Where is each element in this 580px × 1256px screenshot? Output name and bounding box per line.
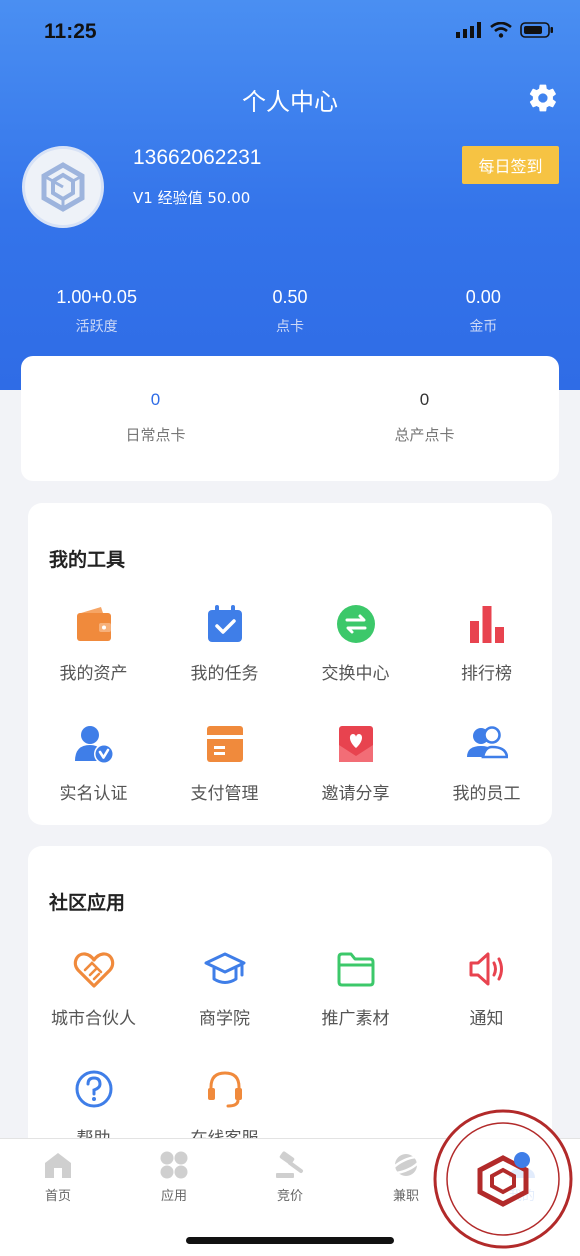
headset-icon (207, 1071, 242, 1108)
tool-label: 邀请分享 (321, 784, 390, 804)
tab-home[interactable]: 首页 (0, 1139, 116, 1204)
stat-coins[interactable]: 0.00 金币 (387, 287, 580, 336)
avatar[interactable] (22, 146, 104, 228)
app-label: 城市合伙人 (51, 1009, 136, 1029)
tool-label: 排行榜 (461, 664, 512, 684)
tab-label: 首页 (44, 1189, 71, 1204)
home-icon (45, 1153, 71, 1178)
point-card-summary: 0 日常点卡 0 总产点卡 (21, 356, 559, 481)
total-points-label: 总产点卡 (394, 426, 455, 444)
tab-label: 应用 (160, 1189, 187, 1204)
stat-value: 1.00+0.05 (56, 287, 137, 307)
total-points[interactable]: 0 总产点卡 (290, 356, 559, 481)
graduation-cap-icon (204, 952, 245, 984)
tool-label: 实名认证 (59, 784, 128, 804)
tools-title: 我的工具 (49, 549, 126, 571)
avatar-logo-icon (41, 162, 85, 212)
stat-points[interactable]: 0.50 点卡 (193, 287, 386, 336)
folder-icon (337, 952, 374, 987)
daily-points-label: 日常点卡 (125, 426, 186, 444)
calendar-check-icon (207, 605, 242, 642)
tool-payment-management[interactable]: 支付管理 (159, 723, 290, 843)
help-icon (75, 1070, 112, 1108)
app-label: 推广素材 (321, 1009, 390, 1029)
invite-envelope-icon (338, 726, 373, 762)
tool-label: 我的任务 (190, 664, 259, 684)
user-level: V1 经验值 50.00 (133, 189, 251, 207)
tool-my-tasks[interactable]: 我的任务 (159, 603, 290, 723)
bottom-tab-bar: 首页 应用 竞价 兼职 我的 (0, 1138, 580, 1256)
tool-exchange-center[interactable]: 交换中心 (290, 603, 421, 723)
app-promo-materials[interactable]: 推广素材 (290, 948, 421, 1068)
tab-apps[interactable]: 应用 (116, 1139, 232, 1204)
planet-icon (390, 1154, 422, 1176)
signal-icon (456, 22, 481, 38)
wallet-icon (76, 607, 111, 641)
stat-label: 金币 (469, 319, 498, 335)
tab-label: 竞价 (276, 1189, 303, 1204)
gavel-icon (276, 1151, 303, 1178)
community-panel: 社区应用 城市合伙人 商学院 推广素材 通知 帮助 在线客服 (28, 846, 552, 1166)
tool-label: 交换中心 (321, 664, 390, 684)
card-box-icon (206, 726, 243, 762)
tab-label: 我的 (508, 1189, 535, 1204)
app-label: 商学院 (199, 1009, 250, 1029)
status-bar: 11:25 (0, 0, 580, 70)
tab-part-time[interactable]: 兼职 (348, 1139, 464, 1204)
tool-leaderboard[interactable]: 排行榜 (421, 603, 552, 723)
stat-activity[interactable]: 1.00+0.05 活跃度 (0, 287, 193, 336)
speaker-icon (469, 952, 503, 986)
tab-bidding[interactable]: 竞价 (232, 1139, 348, 1204)
app-city-partner[interactable]: 城市合伙人 (28, 948, 159, 1068)
tab-mine[interactable]: 我的 (464, 1139, 580, 1204)
wifi-icon (490, 22, 512, 38)
battery-icon (520, 22, 553, 38)
total-points-value: 0 (419, 390, 430, 409)
user-phone: 13662062231 (133, 146, 262, 169)
bar-chart-icon (469, 606, 504, 643)
tool-label: 我的员工 (452, 784, 521, 804)
profile-header: 11:25 个人中心 13662062231 V1 经验值 50.00 每日签到… (0, 0, 580, 390)
tools-panel: 我的工具 我的资产 我的任务 交换中心 排行榜 实名认证 支付管理 邀请分享 我… (28, 503, 552, 825)
stat-value: 0.50 (272, 287, 308, 307)
team-icon (466, 726, 508, 759)
verified-user-icon (74, 726, 114, 764)
daily-points[interactable]: 0 日常点卡 (21, 356, 290, 481)
gear-icon[interactable] (527, 82, 559, 114)
exchange-icon (336, 605, 375, 643)
stat-value: 0.00 (465, 287, 501, 307)
community-title: 社区应用 (49, 892, 126, 914)
app-notifications[interactable]: 通知 (421, 948, 552, 1068)
stat-label: 活跃度 (75, 319, 118, 335)
stats-row: 1.00+0.05 活跃度 0.50 点卡 0.00 金币 (0, 287, 580, 336)
tool-my-staff[interactable]: 我的员工 (421, 723, 552, 843)
app-business-school[interactable]: 商学院 (159, 948, 290, 1068)
app-label: 通知 (469, 1009, 504, 1029)
stat-label: 点卡 (275, 319, 304, 335)
tab-label: 兼职 (392, 1189, 419, 1204)
tool-my-assets[interactable]: 我的资产 (28, 603, 159, 723)
tool-label: 我的资产 (59, 664, 128, 684)
heart-handshake-icon (73, 952, 114, 988)
user-icon (509, 1153, 535, 1178)
status-time: 11:25 (44, 20, 97, 43)
tool-label: 支付管理 (190, 784, 259, 804)
tool-real-name-auth[interactable]: 实名认证 (28, 723, 159, 843)
daily-points-value: 0 (150, 390, 161, 409)
apps-icon (160, 1151, 188, 1179)
page-title: 个人中心 (242, 88, 338, 116)
daily-signin-button[interactable]: 每日签到 (462, 146, 559, 184)
home-indicator (186, 1237, 394, 1244)
tool-invite-share[interactable]: 邀请分享 (290, 723, 421, 843)
